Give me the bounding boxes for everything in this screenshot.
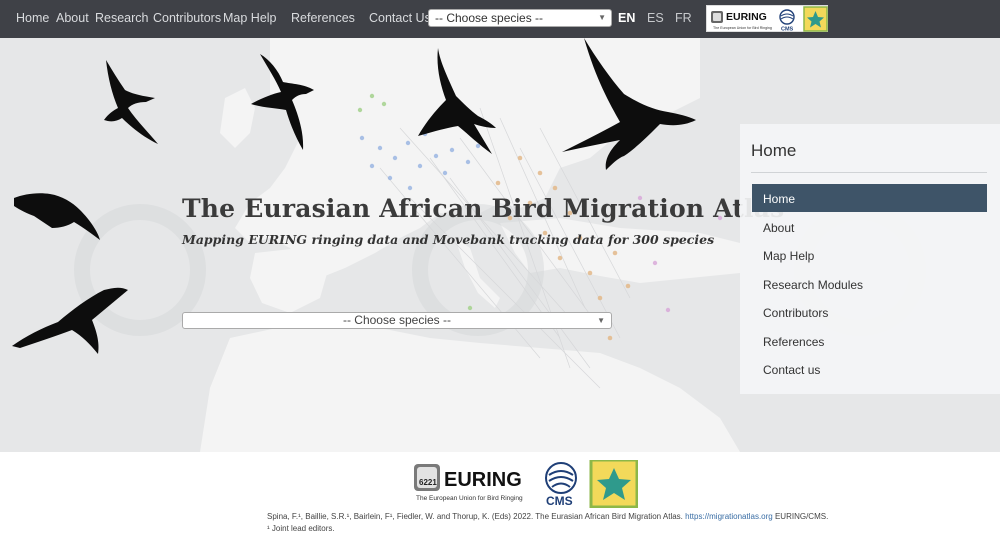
side-menu-item-about[interactable]: About [752,213,987,241]
side-menu-panel: Home Home About Map Help Research Module… [740,124,1000,394]
side-menu-divider [751,172,987,173]
nav-link-contributors[interactable]: Contributors [153,11,221,25]
star-emblem-logo [803,6,828,32]
footer: 6221 EURING The European Union for Bird … [0,452,1000,541]
nav-link-contact-us[interactable]: Contact Us [369,11,431,25]
top-nav-bar: Home About Research Contributors Map Hel… [0,0,1000,38]
language-en[interactable]: EN [618,11,635,25]
side-menu-item-map-help[interactable]: Map Help [752,241,987,269]
side-menu-item-contributors[interactable]: Contributors [752,298,987,326]
nav-species-select-value: -- Choose species -- [435,11,544,25]
hero-subtitle: Mapping EURING ringing data and Movebank… [182,232,715,247]
nav-link-references[interactable]: References [291,11,355,25]
euring-logo: EURING The European Union for Bird Ringi… [711,11,772,30]
euring-logo[interactable]: 6221 EURING The European Union for Bird … [414,464,523,502]
language-es[interactable]: ES [647,11,664,25]
side-menu-item-research-modules[interactable]: Research Modules [752,270,987,298]
hero-species-select-value: -- Choose species -- [342,313,452,327]
nav-species-select[interactable]: -- Choose species -- ▼ [428,9,612,27]
euring-logo-text: EURING [444,469,522,491]
hero-title: The Eurasian African Bird Migration Atla… [182,194,785,223]
hero-species-select[interactable]: -- Choose species -- ▼ [182,312,612,329]
side-menu-item-references[interactable]: References [752,327,987,355]
atlas-link[interactable]: https://migrationatlas.org [685,512,773,521]
partner-logos-footer: 6221 EURING The European Union for Bird … [414,460,638,508]
citation-org: EURING/CMS. [774,512,829,521]
citation-authors: Spina, F.¹, Baillie, S.R.¹, Bairlein, F¹… [267,512,683,521]
citation-note: ¹ Joint lead editors. [267,524,335,533]
euring-logo-text: EURING [726,11,767,23]
partner-logos-header[interactable]: EURING The European Union for Bird Ringi… [706,5,828,33]
cms-logo[interactable]: CMS [545,462,577,508]
euring-logo-tagline: The European Union for Bird Ringing [416,495,523,502]
euring-logo-tagline: The European Union for Bird Ringing [713,26,772,30]
cms-logo-text: CMS [546,494,573,508]
language-fr[interactable]: FR [675,11,692,25]
nav-link-map-help[interactable]: Map Help [223,11,277,25]
nav-link-home[interactable]: Home [16,11,49,25]
chevron-down-icon: ▼ [597,316,605,325]
side-menu-item-contact-us[interactable]: Contact us [752,355,987,383]
nav-link-about[interactable]: About [56,11,89,25]
side-menu-item-home[interactable]: Home [752,184,987,212]
cms-logo-text: CMS [781,27,794,33]
citation-text: Spina, F.¹, Baillie, S.R.¹, Bairlein, F¹… [267,512,828,521]
star-emblem-logo[interactable] [589,460,638,508]
nav-link-research[interactable]: Research [95,11,149,25]
euring-badge-text: 6221 [419,478,437,487]
chevron-down-icon: ▼ [598,13,606,22]
side-menu-title: Home [751,141,797,160]
cms-logo: CMS [779,9,795,33]
